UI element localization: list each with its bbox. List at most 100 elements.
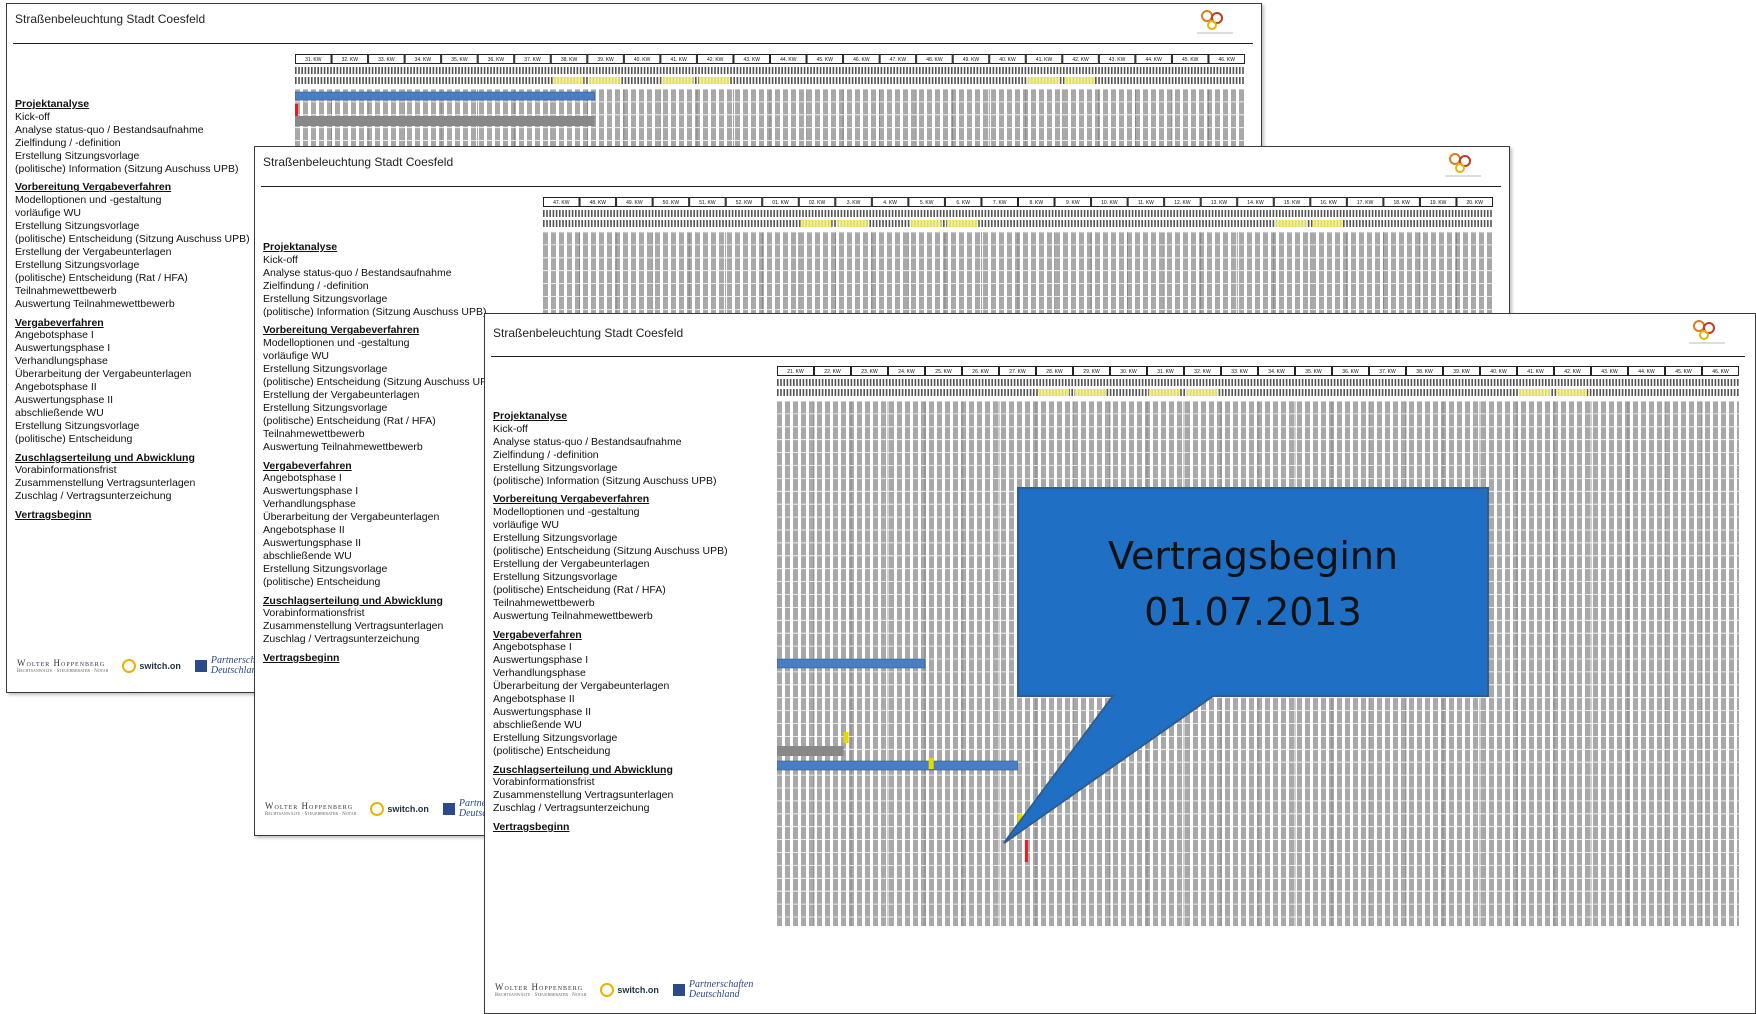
week-header: 4. KW xyxy=(871,197,909,207)
partnerschaften-logo: PartnerschaftenDeutschland xyxy=(672,980,753,1000)
svg-text:13. KW: 13. KW xyxy=(1211,200,1228,206)
task-item: (politische) Entscheidung xyxy=(493,744,611,757)
task-item: (politische) Entscheidung (Rat / HFA) xyxy=(15,271,188,284)
switch-on-logo: switch.on xyxy=(370,802,429,816)
svg-text:32. KW: 32. KW xyxy=(1194,369,1211,375)
task-item: (politische) Information (Sitzung Auschu… xyxy=(263,305,487,318)
task-item: Erstellung Sitzungsvorlage xyxy=(263,292,388,305)
week-header: 17. KW xyxy=(1346,197,1384,207)
callout-date: 01.07.2013 xyxy=(1144,590,1362,634)
svg-text:17. KW: 17. KW xyxy=(1357,200,1374,206)
svg-text:28. KW: 28. KW xyxy=(1046,369,1063,375)
task-item: (politische) Entscheidung (Rat / HFA) xyxy=(263,414,436,427)
week-header: 47. KW xyxy=(879,54,917,64)
svg-text:41. KW: 41. KW xyxy=(670,57,687,63)
task-item: Angebotsphase II xyxy=(493,693,575,706)
section-heading: Vertragsbeginn xyxy=(263,652,340,665)
svg-text:11. KW: 11. KW xyxy=(1138,200,1154,206)
svg-text:49. KW: 49. KW xyxy=(963,57,980,63)
week-header: 36. KW xyxy=(477,54,515,64)
svg-text:41. KW: 41. KW xyxy=(1036,57,1053,63)
day-ticks xyxy=(777,379,1739,396)
svg-text:51. KW: 51. KW xyxy=(699,200,716,206)
task-item: (politische) Entscheidung (Sitzung Ausch… xyxy=(493,545,728,558)
task-item: Angebotsphase II xyxy=(15,381,97,394)
switch-on-logo: switch.on xyxy=(122,659,181,673)
week-header: 40. KW xyxy=(1480,366,1517,376)
week-header: 36. KW xyxy=(1332,366,1369,376)
svg-text:49. KW: 49. KW xyxy=(626,200,643,206)
task-item: vorläufige WU xyxy=(15,207,81,220)
svg-text:18. KW: 18. KW xyxy=(1393,200,1410,206)
week-header: 41. KW xyxy=(1517,366,1554,376)
task-item: Zuschlag / Vertragsunterzeichung xyxy=(15,490,172,503)
week-header: 45. KW xyxy=(806,54,844,64)
week-header: 46. KW xyxy=(1208,54,1245,64)
task-item: Zielfindung / -definition xyxy=(493,448,599,461)
svg-text:32. KW: 32. KW xyxy=(342,57,359,63)
week-header: 21. KW xyxy=(777,366,814,376)
task-item: abschließende WU xyxy=(493,718,582,731)
task-item: abschließende WU xyxy=(15,406,104,419)
task-item: (politische) Information (Sitzung Auschu… xyxy=(493,474,717,487)
week-header: 33. KW xyxy=(1221,366,1258,376)
week-header: 39. KW xyxy=(587,54,624,64)
svg-text:22. KW: 22. KW xyxy=(824,369,841,375)
svg-text:9. KW: 9. KW xyxy=(1066,200,1080,206)
svg-text:14. KW: 14. KW xyxy=(1247,200,1264,206)
svg-text:47. KW: 47. KW xyxy=(553,200,570,206)
section-heading: Projektanalyse xyxy=(493,410,568,422)
week-header: 22. KW xyxy=(814,366,851,376)
week-header: 45. KW xyxy=(1171,54,1209,64)
partner-square-icon xyxy=(442,803,455,815)
task-item: Auswertungsphase I xyxy=(493,654,589,667)
section-heading: Projektanalyse xyxy=(15,98,90,110)
task-item: Analyse status-quo / Bestandsaufnahme xyxy=(493,435,682,448)
svg-text:27. KW: 27. KW xyxy=(1009,369,1026,375)
task-list: Projektanalyse Kick-off Analyse status-quo… xyxy=(263,241,498,665)
week-header: 37. KW xyxy=(514,54,551,64)
task-item: Erstellung Sitzungsvorlage xyxy=(263,562,388,575)
week-header: 49. KW xyxy=(616,197,653,207)
week-header: 18. KW xyxy=(1383,197,1420,207)
task-item: Erstellung Sitzungsvorlage xyxy=(15,220,140,233)
week-header: 10. KW xyxy=(1091,197,1128,207)
section-heading: Vergabeverfahren xyxy=(263,459,352,472)
svg-text:24. KW: 24. KW xyxy=(898,369,915,375)
week-header: 16. KW xyxy=(1310,197,1347,207)
section-heading: Vorbereitung Vergabeverfahren xyxy=(263,324,420,337)
svg-text:16. KW: 16. KW xyxy=(1320,200,1337,206)
task-item: Erstellung Sitzungsvorlage xyxy=(15,258,140,271)
svg-text:43. KW: 43. KW xyxy=(1601,369,1618,375)
week-header: 13. KW xyxy=(1200,197,1238,207)
svg-text:44. KW: 44. KW xyxy=(780,57,797,63)
task-item: Auswertungsphase II xyxy=(15,393,114,406)
week-header: 39. KW xyxy=(1443,366,1480,376)
footer-logos: Wolter Hoppenberg Rechtsanwälte · Steuerb… xyxy=(17,656,275,676)
task-item: Zusammenstellung Vertragsunterlagen xyxy=(493,789,674,802)
svg-text:31. KW: 31. KW xyxy=(1157,369,1174,375)
task-item: Auswertungsphase I xyxy=(263,485,359,498)
day-ticks xyxy=(543,210,1492,227)
task-item: Auswertungsphase II xyxy=(263,536,362,549)
task-item: Erstellung Sitzungsvorlage xyxy=(15,149,140,162)
svg-text:19. KW: 19. KW xyxy=(1430,200,1447,206)
task-item: Zuschlag / Vertragsunterzeichung xyxy=(263,633,420,646)
task-item: Erstellung Sitzungsvorlage xyxy=(263,401,388,414)
city-logo-icon xyxy=(1685,316,1729,353)
task-item: Erstellung Sitzungsvorlage xyxy=(15,419,140,432)
task-item: Angebotsphase I xyxy=(493,641,572,654)
task-item: Zuschlag / Vertragsunterzeichung xyxy=(493,802,650,815)
week-header: 52. KW xyxy=(725,197,763,207)
svg-text:30. KW: 30. KW xyxy=(1120,369,1137,375)
week-header: 43. KW xyxy=(733,54,771,64)
task-item: Überarbeitung der Vergabeunterlagen xyxy=(263,511,440,524)
task-item: Erstellung Sitzungsvorlage xyxy=(493,570,618,583)
svg-text:40. KW: 40. KW xyxy=(634,57,651,63)
week-header: 43. KW xyxy=(1591,366,1628,376)
switch-ring-icon xyxy=(600,983,615,997)
section-heading: Vergabeverfahren xyxy=(493,628,582,641)
week-header: 8. KW xyxy=(1018,197,1055,207)
task-item: Kick-off xyxy=(263,253,298,266)
week-header: 42. KW xyxy=(1062,54,1099,64)
